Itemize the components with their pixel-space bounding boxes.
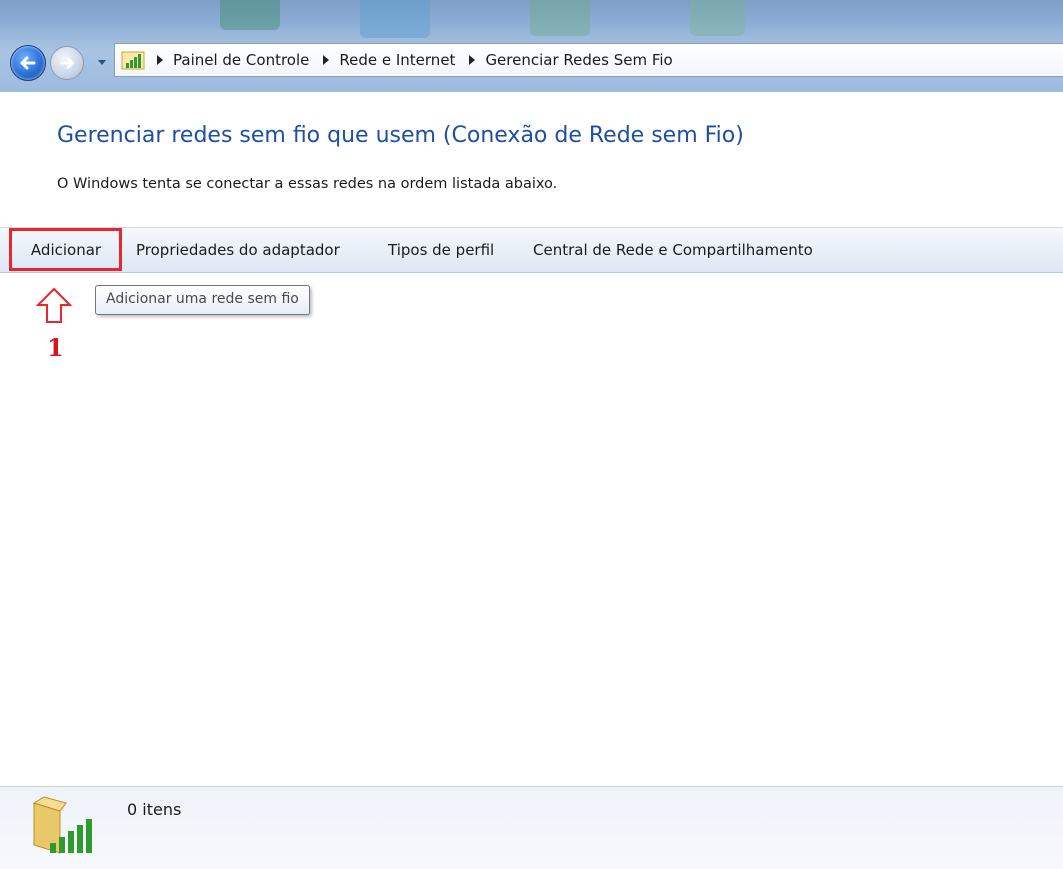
breadcrumb-control-panel[interactable]: Painel de Controle: [173, 51, 309, 69]
recent-pages-button[interactable]: [96, 57, 108, 69]
background-decoration: [690, 0, 745, 36]
page-description: O Windows tenta se conectar a essas rede…: [57, 176, 558, 192]
chevron-down-icon: [98, 60, 106, 65]
forward-arrow-icon: [60, 57, 74, 69]
background-decoration: [220, 0, 280, 30]
background-decoration: [360, 0, 430, 38]
command-bar: Adicionar Propriedades do adaptador Tipo…: [0, 227, 1063, 273]
window-titlebar: Painel de Controle Rede e Internet Geren…: [0, 0, 1063, 92]
breadcrumb-separator-icon[interactable]: [469, 55, 476, 65]
back-arrow-icon: [20, 56, 36, 70]
add-button[interactable]: Adicionar: [10, 228, 122, 274]
page-title: Gerenciar redes sem fio que usem (Conexã…: [57, 123, 744, 148]
item-count: 0 itens: [127, 800, 182, 819]
breadcrumb-manage-wireless[interactable]: Gerenciar Redes Sem Fio: [485, 51, 672, 69]
details-pane: [0, 786, 1063, 869]
tooltip: Adicionar uma rede sem fio: [95, 285, 310, 315]
network-sharing-center-button[interactable]: Central de Rede e Compartilhamento: [533, 228, 813, 274]
up-arrow-annotation-icon: [35, 287, 73, 323]
breadcrumb-network-internet[interactable]: Rede e Internet: [339, 51, 455, 69]
adapter-properties-button[interactable]: Propriedades do adaptador: [136, 228, 340, 274]
breadcrumb-separator-icon[interactable]: [157, 55, 163, 65]
wireless-network-folder-icon: [32, 796, 92, 854]
address-bar[interactable]: Painel de Controle Rede e Internet Geren…: [114, 43, 1063, 77]
background-decoration: [530, 0, 590, 36]
forward-button[interactable]: [50, 46, 84, 80]
step-number: 1: [47, 333, 64, 362]
network-list[interactable]: [0, 273, 1063, 788]
profile-types-button[interactable]: Tipos de perfil: [388, 228, 494, 274]
network-signal-icon: [121, 49, 147, 71]
back-button[interactable]: [10, 45, 46, 81]
breadcrumb-separator-icon[interactable]: [323, 55, 330, 65]
